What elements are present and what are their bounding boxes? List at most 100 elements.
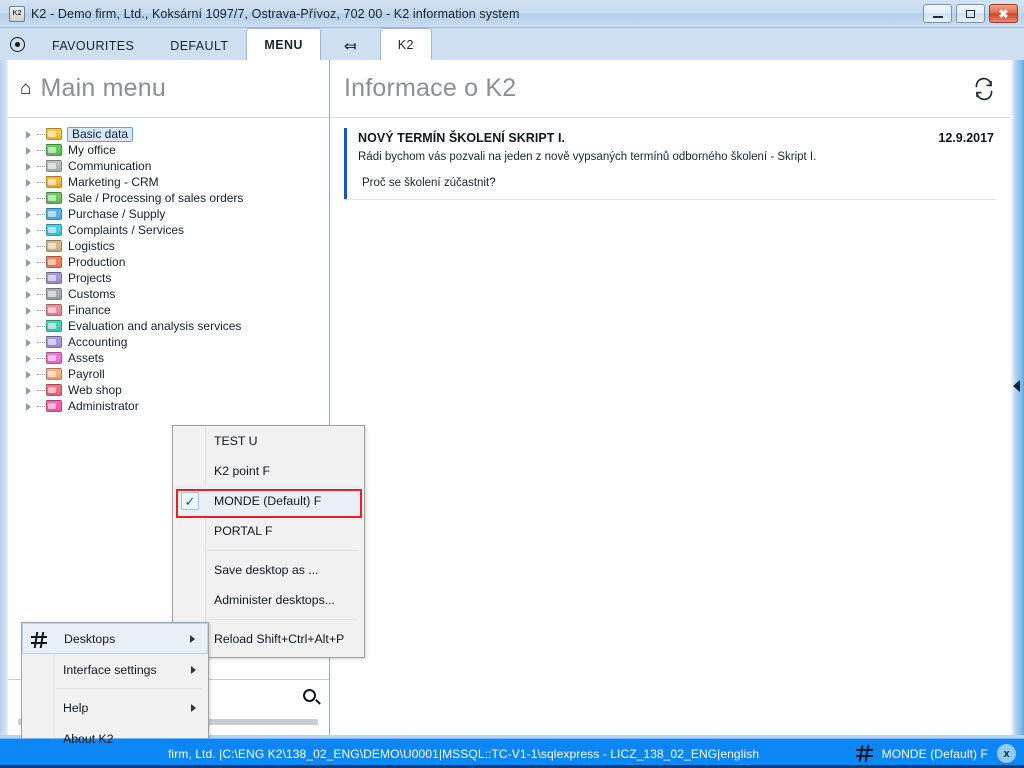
folder-icon: [46, 224, 62, 236]
chevron-right-icon[interactable]: [24, 273, 35, 284]
chevron-right-icon[interactable]: [24, 385, 35, 396]
page-title: Main menu: [40, 74, 166, 102]
desktops-grid-icon[interactable]: [855, 745, 873, 762]
tree-item-label: Marketing - CRM: [68, 175, 159, 189]
tree-connector: [37, 293, 45, 295]
tree-item[interactable]: Production: [8, 254, 329, 270]
context-menu-item-label: PORTAL F: [214, 524, 273, 538]
tree-connector: [37, 197, 45, 199]
info-panel: Informace o K2 NOVÝ TERMÍN ŠKOLENÍ SKRIP…: [331, 60, 1010, 735]
tree-item[interactable]: Projects: [8, 270, 329, 286]
tab-menu[interactable]: MENU: [246, 28, 321, 60]
status-bar-desktop-label[interactable]: MONDE (Default) F: [882, 747, 988, 761]
chevron-right-icon[interactable]: [24, 241, 35, 252]
tab-favourites-label: FAVOURITES: [52, 38, 135, 53]
chevron-right-icon[interactable]: [24, 321, 35, 332]
tree-item-label: Evaluation and analysis services: [68, 319, 242, 333]
tree-connector: [37, 149, 45, 151]
tab-k2[interactable]: K2: [379, 28, 432, 60]
context-menu-item[interactable]: K2 point F: [173, 456, 364, 486]
context-menu-item[interactable]: PORTAL F: [173, 516, 364, 546]
home-icon: ⌂: [20, 78, 32, 99]
chevron-right-icon[interactable]: [24, 353, 35, 364]
status-bar-text: firm, Ltd. |C:\ENG K2\138_02_ENG\DEMO\U0…: [168, 746, 760, 761]
tree-connector: [37, 357, 45, 359]
tree-item[interactable]: Purchase / Supply: [8, 206, 329, 222]
tree-item[interactable]: Administrator: [8, 398, 329, 414]
folder-icon: [46, 272, 62, 284]
tab-default[interactable]: DEFAULT: [152, 30, 246, 60]
title-bar: K2 K2 - Demo firm, Ltd., Koksární 1097/7…: [0, 0, 1024, 28]
tab-favourites[interactable]: FAVOURITES: [34, 30, 152, 60]
close-button[interactable]: ✖: [989, 4, 1018, 23]
status-badge[interactable]: x: [997, 744, 1016, 763]
chevron-right-icon[interactable]: [24, 129, 35, 140]
chevron-right-icon[interactable]: [24, 145, 35, 156]
chevron-right-icon[interactable]: [24, 337, 35, 348]
collapse-panel-button[interactable]: [1011, 378, 1021, 394]
main-menu-header: ⌂ Main menu: [8, 60, 329, 118]
tree-item[interactable]: Complaints / Services: [8, 222, 329, 238]
search-icon[interactable]: [300, 686, 319, 705]
tree-connector: [37, 405, 45, 407]
tree-item[interactable]: Web shop: [8, 382, 329, 398]
system-menu-item[interactable]: Help: [22, 692, 208, 723]
tree-item[interactable]: Accounting: [8, 334, 329, 350]
tree-connector: [37, 245, 45, 247]
tree-item[interactable]: Finance: [8, 302, 329, 318]
app-icon: K2: [9, 5, 25, 22]
chevron-right-icon[interactable]: [24, 193, 35, 204]
system-menu-item-label: Help: [63, 700, 89, 715]
chevron-right-icon: [191, 703, 196, 712]
tree-item[interactable]: Evaluation and analysis services: [8, 318, 329, 334]
chevron-right-icon[interactable]: [24, 177, 35, 188]
tree-item[interactable]: Sale / Processing of sales orders: [8, 190, 329, 206]
chevron-right-icon[interactable]: [24, 401, 35, 412]
context-menu-item[interactable]: Administer desktops...: [173, 585, 364, 615]
chevron-right-icon[interactable]: [24, 305, 35, 316]
tree-item-label: Production: [68, 255, 126, 269]
tree-item[interactable]: Logistics: [8, 238, 329, 254]
chevron-right-icon[interactable]: [24, 369, 35, 380]
folder-icon: [46, 400, 62, 412]
close-icon: ✖: [998, 6, 1009, 21]
context-menu-item[interactable]: Save desktop as ...: [173, 555, 364, 585]
news-item[interactable]: NOVÝ TERMÍN ŠKOLENÍ SKRIPT I. 12.9.2017 …: [344, 128, 996, 199]
context-menu-item[interactable]: ✓ MONDE (Default) F: [173, 486, 364, 516]
tree-item[interactable]: Payroll: [8, 366, 329, 382]
menu-separator: [207, 550, 358, 551]
folder-icon: [46, 384, 62, 396]
tree-item[interactable]: Customs: [8, 286, 329, 302]
target-icon: [9, 36, 25, 52]
news-link[interactable]: Proč se školení zúčastnit?: [358, 177, 996, 189]
news-separator: [344, 199, 996, 200]
system-menu-item-label: Interface settings: [63, 662, 157, 677]
refresh-icon[interactable]: [972, 77, 996, 101]
chevron-right-icon: [190, 634, 195, 643]
folder-icon: [46, 368, 62, 380]
chevron-right-icon[interactable]: [24, 225, 35, 236]
tree-item[interactable]: Basic data: [8, 126, 329, 142]
tree-item[interactable]: Communication: [8, 158, 329, 174]
info-panel-header: Informace o K2: [331, 60, 1010, 118]
chevron-right-icon[interactable]: [24, 161, 35, 172]
chevron-right-icon[interactable]: [24, 209, 35, 220]
chevron-right-icon[interactable]: [24, 289, 35, 300]
system-menu-item[interactable]: Desktops: [22, 623, 208, 654]
chevron-right-icon[interactable]: [24, 257, 35, 268]
minimize-button[interactable]: [923, 4, 952, 23]
chevron-left-icon: [1012, 380, 1020, 392]
maximize-button[interactable]: [956, 4, 985, 23]
tree-item[interactable]: Marketing - CRM: [8, 174, 329, 190]
context-menu-item-label: Reload Shift+Ctrl+Alt+P: [214, 632, 345, 646]
system-menu-item[interactable]: About K2: [22, 723, 208, 754]
context-menu-item-label: Save desktop as ...: [214, 563, 319, 577]
system-menu-item[interactable]: Interface settings: [22, 654, 208, 685]
context-menu-item-label: K2 point F: [214, 464, 271, 478]
tree-item[interactable]: Assets: [8, 350, 329, 366]
tab-collapse-left[interactable]: ⤆: [321, 30, 380, 60]
context-menu-item[interactable]: TEST U: [173, 426, 364, 456]
tree-item[interactable]: My office: [8, 142, 329, 158]
tree-connector: [37, 133, 45, 135]
home-target-button[interactable]: [0, 28, 34, 60]
